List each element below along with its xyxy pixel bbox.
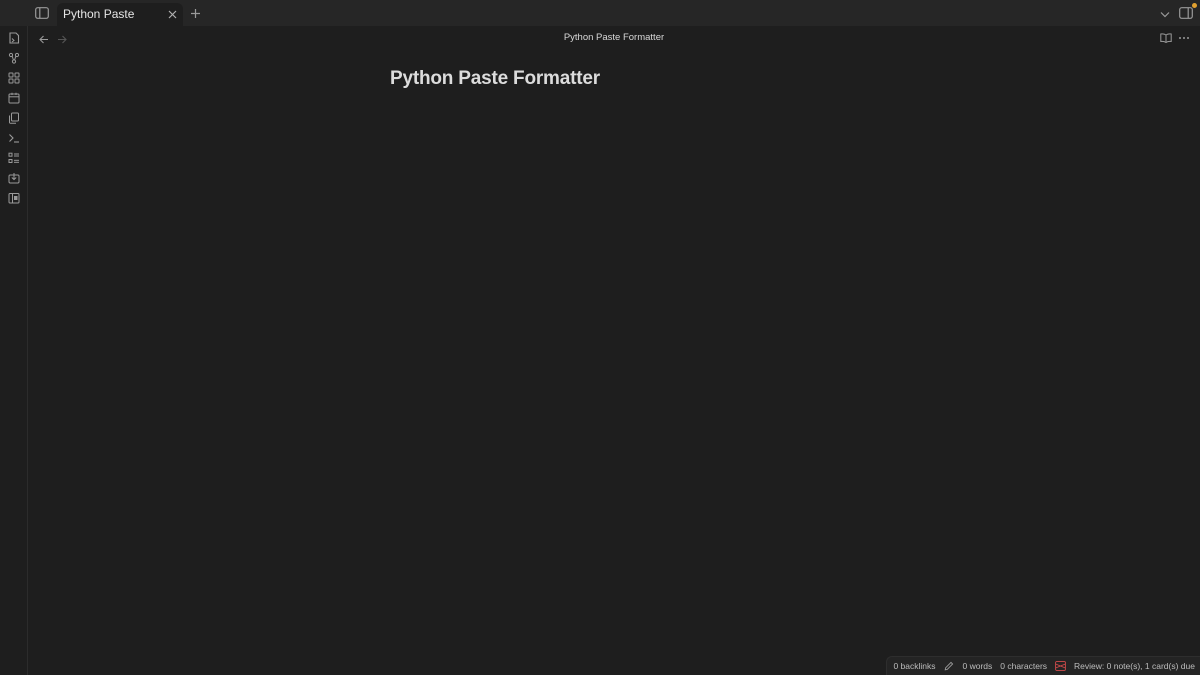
- review-cards-icon[interactable]: [1055, 661, 1066, 672]
- close-icon[interactable]: [166, 8, 178, 20]
- update-indicator-dot: [1192, 3, 1197, 8]
- import-icon[interactable]: [5, 169, 22, 186]
- editor-pane: Python Paste Formatter Python Paste Form…: [28, 26, 1200, 675]
- switcher-icon[interactable]: [5, 29, 22, 46]
- status-bar: 0 backlinks 0 words 0 characters Review:…: [886, 656, 1200, 675]
- outline-icon[interactable]: [5, 149, 22, 166]
- flashcards-icon[interactable]: [5, 189, 22, 206]
- title-bar: Python Paste Formatter: [0, 0, 1200, 44]
- tab-python-paste-formatter[interactable]: Python Paste Formatter: [57, 3, 183, 44]
- character-count: 0 characters: [1000, 661, 1048, 671]
- right-sidebar-toggle-icon[interactable]: [1178, 5, 1194, 21]
- terminal-icon[interactable]: [5, 129, 22, 146]
- new-tab-plus-icon[interactable]: [188, 6, 202, 20]
- pencil-icon[interactable]: [944, 661, 955, 672]
- chevron-down-icon[interactable]: [1158, 7, 1172, 21]
- more-options-icon[interactable]: [1177, 31, 1191, 45]
- word-count: 0 words: [962, 661, 993, 671]
- review-status[interactable]: Review: 0 note(s), 1 card(s) due: [1074, 661, 1195, 671]
- reading-view-book-icon[interactable]: [1159, 31, 1173, 45]
- view-header-title[interactable]: Python Paste Formatter: [28, 30, 1200, 46]
- left-ribbon: [0, 26, 28, 675]
- templates-icon[interactable]: [5, 109, 22, 126]
- graph-icon[interactable]: [5, 49, 22, 66]
- canvas-icon[interactable]: [5, 69, 22, 86]
- left-sidebar-toggle-icon[interactable]: [34, 5, 50, 21]
- backlinks-count[interactable]: 0 backlinks: [893, 661, 935, 671]
- note-title[interactable]: Python Paste Formatter: [390, 68, 600, 90]
- calendar-icon[interactable]: [5, 89, 22, 106]
